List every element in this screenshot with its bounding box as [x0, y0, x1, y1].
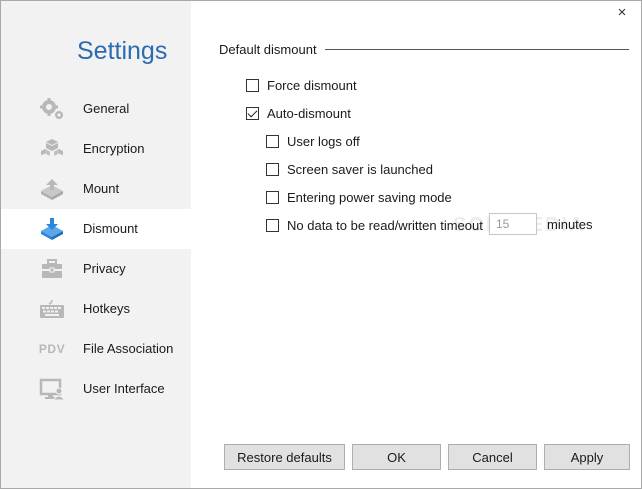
sidebar-item-label: Mount	[83, 181, 120, 196]
force-dismount-option[interactable]: Force dismount	[246, 78, 357, 93]
power-saving-option[interactable]: Entering power saving mode	[266, 190, 452, 205]
dismount-download-icon	[38, 217, 66, 241]
close-icon: ×	[617, 4, 627, 21]
sidebar-item-label: Dismount	[83, 221, 138, 236]
force-dismount-checkbox[interactable]	[246, 79, 259, 92]
pdv-icon: PDV	[38, 337, 66, 361]
no-data-timeout-option[interactable]: No data to be read/written timeout	[266, 218, 483, 233]
monitor-user-icon	[38, 377, 66, 401]
sidebar-item-label: User Interface	[83, 381, 165, 396]
section-title: Default dismount	[219, 42, 325, 57]
close-button[interactable]: ×	[613, 4, 631, 22]
sidebar-item-encryption[interactable]: Encryption	[1, 129, 191, 169]
pdv-icon-text: PDV	[38, 342, 66, 356]
keyboard-icon	[38, 297, 66, 321]
sidebar-title: Settings	[77, 37, 168, 65]
screen-saver-checkbox[interactable]	[266, 163, 279, 176]
apply-button[interactable]: Apply	[544, 444, 630, 470]
force-dismount-label: Force dismount	[267, 78, 357, 93]
cubes-icon	[38, 137, 66, 161]
power-saving-label: Entering power saving mode	[287, 190, 452, 205]
sidebar-item-label: General	[83, 101, 130, 116]
timeout-minutes-input[interactable]	[489, 213, 537, 235]
sidebar: Settings General Encryption Mount Dismou…	[1, 1, 191, 488]
user-logs-off-checkbox[interactable]	[266, 135, 279, 148]
section-divider	[323, 49, 629, 50]
mount-upload-icon	[38, 177, 66, 201]
auto-dismount-label: Auto-dismount	[267, 106, 351, 121]
sidebar-item-mount[interactable]: Mount	[1, 169, 191, 209]
gears-icon	[38, 97, 66, 121]
sidebar-item-label: File Association	[83, 341, 174, 356]
sidebar-item-general[interactable]: General	[1, 89, 191, 129]
minutes-label: minutes	[547, 217, 593, 232]
briefcase-icon	[38, 257, 66, 281]
settings-window: Settings General Encryption Mount Dismou…	[0, 0, 642, 489]
screen-saver-option[interactable]: Screen saver is launched	[266, 162, 433, 177]
restore-defaults-button[interactable]: Restore defaults	[224, 444, 345, 470]
auto-dismount-option[interactable]: Auto-dismount	[246, 106, 351, 121]
sidebar-item-label: Privacy	[83, 261, 126, 276]
power-saving-checkbox[interactable]	[266, 191, 279, 204]
ok-button[interactable]: OK	[352, 444, 441, 470]
no-data-timeout-checkbox[interactable]	[266, 219, 279, 232]
user-logs-off-option[interactable]: User logs off	[266, 134, 360, 149]
sidebar-item-label: Hotkeys	[83, 301, 130, 316]
sidebar-item-user-interface[interactable]: User Interface	[1, 369, 191, 409]
screen-saver-label: Screen saver is launched	[287, 162, 433, 177]
cancel-button[interactable]: Cancel	[448, 444, 537, 470]
sidebar-item-label: Encryption	[83, 141, 145, 156]
sidebar-item-privacy[interactable]: Privacy	[1, 249, 191, 289]
sidebar-item-hotkeys[interactable]: Hotkeys	[1, 289, 191, 329]
sidebar-item-file-association[interactable]: PDV File Association	[1, 329, 191, 369]
no-data-timeout-label: No data to be read/written timeout	[287, 218, 483, 233]
auto-dismount-checkbox[interactable]	[246, 107, 259, 120]
user-logs-off-label: User logs off	[287, 134, 360, 149]
sidebar-item-dismount[interactable]: Dismount	[1, 209, 191, 249]
